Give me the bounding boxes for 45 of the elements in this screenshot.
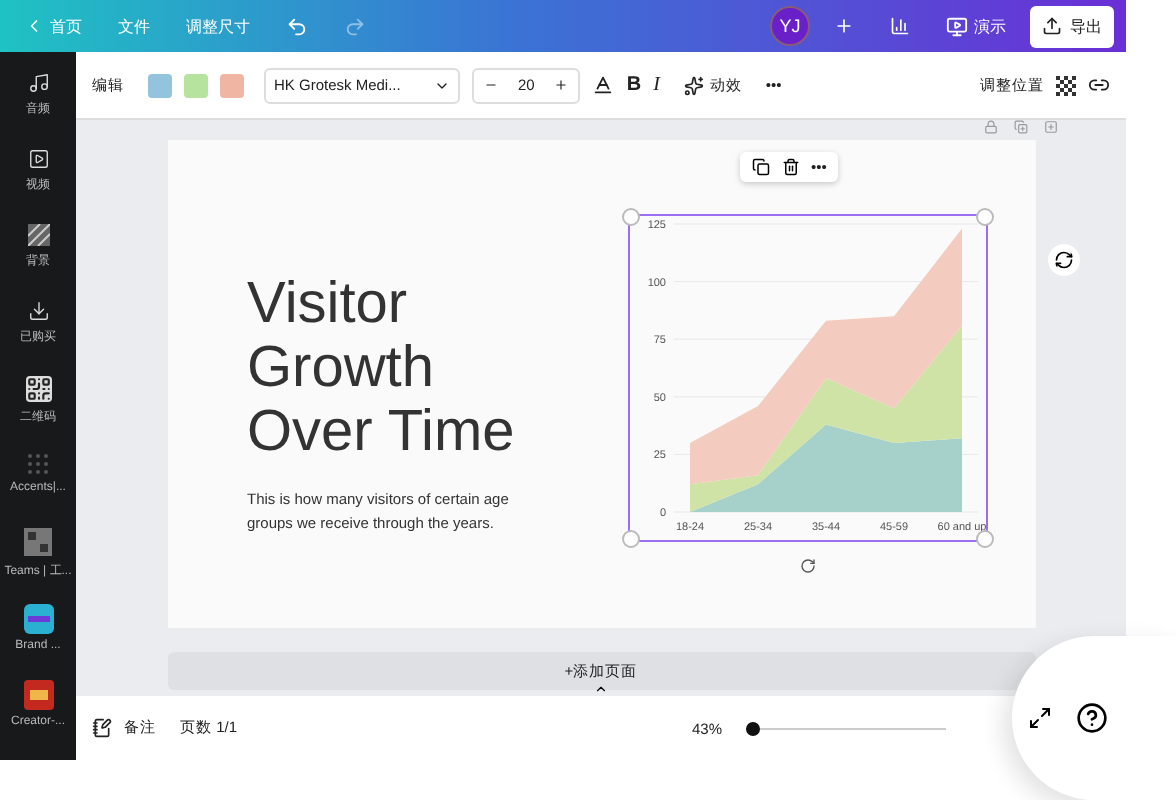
resize-handle[interactable] (975, 530, 993, 548)
chevron-up-icon[interactable] (594, 682, 608, 696)
italic-button[interactable]: I (653, 74, 660, 96)
color-swatch[interactable] (148, 73, 172, 97)
plus-icon (834, 16, 854, 36)
link-icon[interactable] (1088, 74, 1110, 96)
notes-icon[interactable] (92, 718, 112, 738)
resize-handle[interactable] (975, 208, 993, 226)
copy-icon[interactable] (751, 158, 769, 176)
text-color-icon (592, 74, 615, 96)
redo-icon (344, 15, 366, 37)
video-icon (27, 148, 49, 170)
bold-button[interactable]: B (626, 74, 642, 96)
expand-icon[interactable] (1028, 706, 1052, 730)
download-icon (27, 300, 49, 322)
delete-icon[interactable] (781, 158, 799, 176)
resize-handle[interactable] (621, 208, 639, 226)
export-button[interactable]: 导出 (1030, 5, 1114, 47)
app-icon (23, 604, 53, 634)
sparkles-icon (683, 75, 704, 95)
present-button[interactable]: 演示 (934, 9, 1018, 43)
dots-icon (26, 452, 50, 476)
plus-icon[interactable] (554, 78, 569, 92)
pattern-icon (27, 224, 49, 246)
color-swatch[interactable] (220, 73, 244, 97)
bar-chart-icon (890, 16, 910, 36)
rotate-icon[interactable] (799, 558, 815, 574)
color-swatch[interactable] (184, 73, 208, 97)
user-avatar[interactable]: YJ (770, 6, 810, 46)
app-icon (23, 680, 53, 710)
text-color-button[interactable] (592, 74, 615, 96)
qr-code-icon (25, 376, 51, 402)
minus-icon[interactable] (484, 78, 498, 92)
transparency-icon[interactable] (1056, 75, 1076, 95)
refresh-icon[interactable] (1047, 244, 1079, 276)
thumbnail-icon (24, 528, 52, 556)
undo-icon (286, 15, 308, 37)
help-icon[interactable] (1076, 702, 1108, 734)
music-note-icon (27, 72, 49, 94)
monitor-icon (946, 15, 968, 37)
slide-title: Visitor Growth Over Time (247, 272, 517, 464)
upload-icon (1042, 16, 1062, 36)
lock-icon[interactable] (984, 120, 998, 134)
duplicate-icon[interactable] (1014, 120, 1028, 134)
resize-handle[interactable] (621, 530, 639, 548)
